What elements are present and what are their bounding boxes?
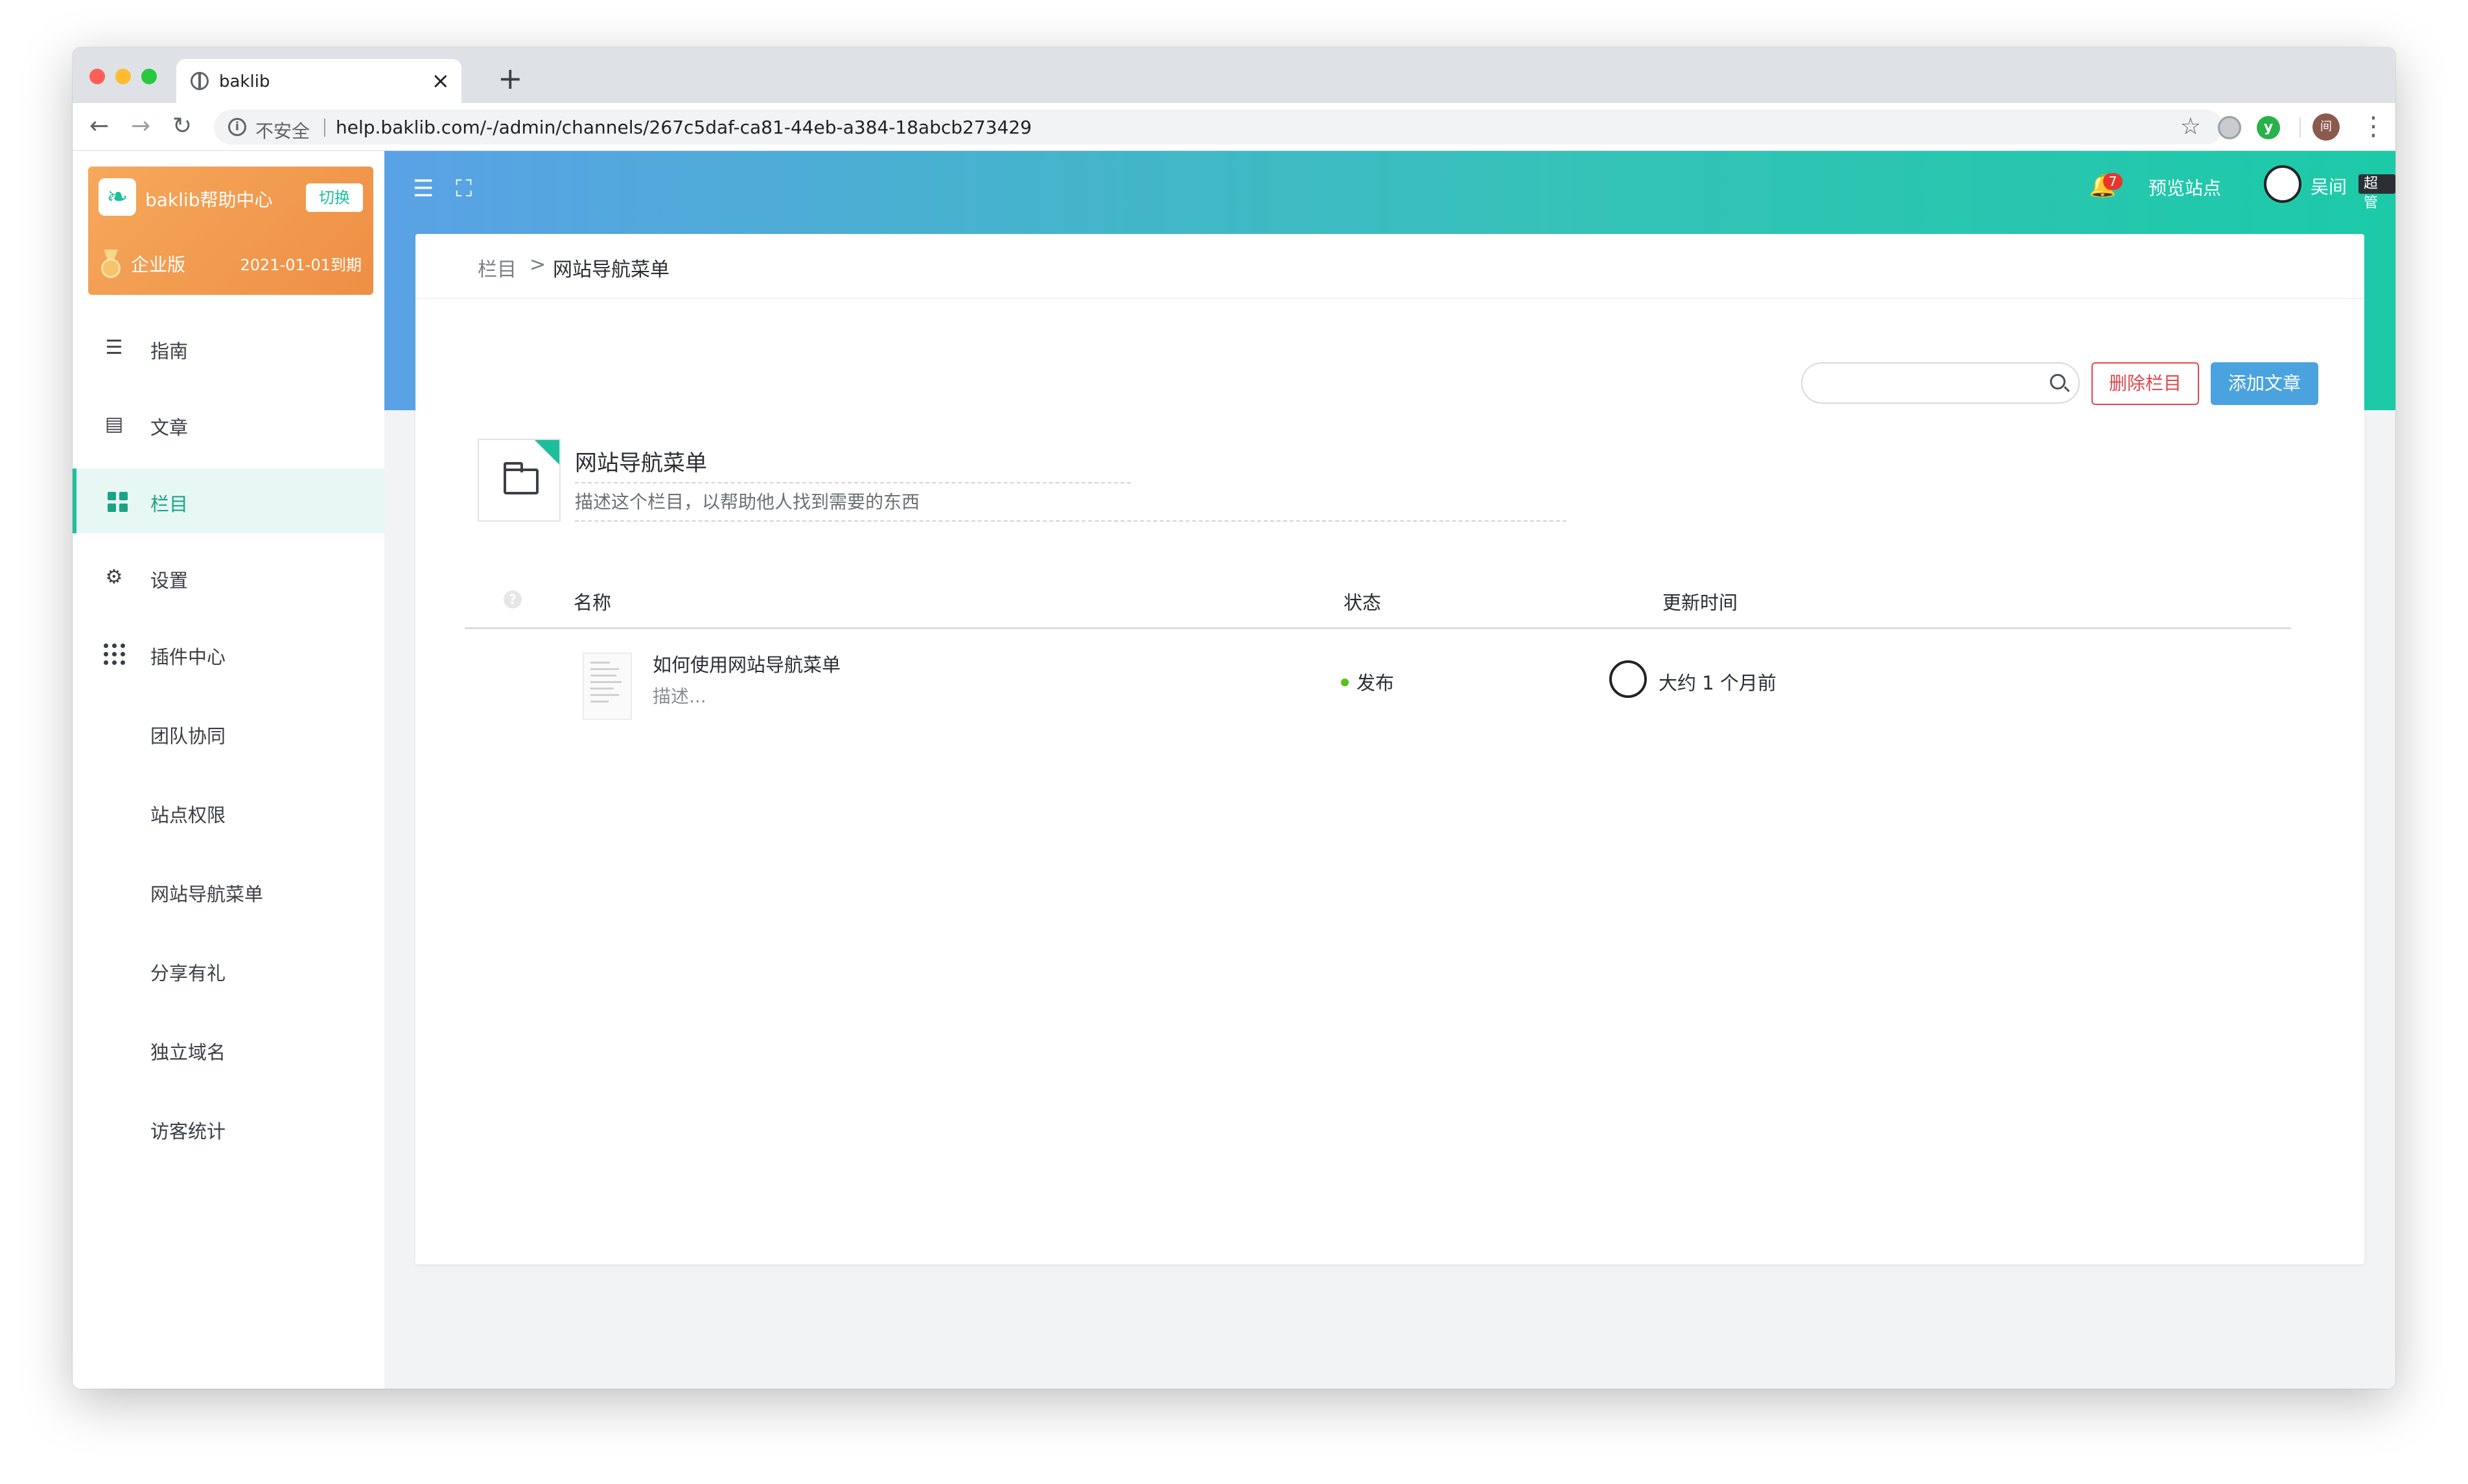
status-dot [1341, 678, 1349, 686]
list-toggle-icon[interactable]: ☰ [413, 176, 434, 202]
extension-icon[interactable] [2218, 116, 2241, 139]
back-arrow-icon[interactable]: ← [89, 112, 109, 141]
channel-title-field[interactable]: 网站导航菜单 [575, 445, 1131, 483]
search-icon[interactable] [2050, 374, 2066, 389]
search-input[interactable] [1801, 362, 2080, 404]
sidebar-item-plugins[interactable]: 插件中心 [73, 621, 384, 686]
breadcrumb: 栏目 > 网站导航菜单 [415, 234, 2364, 299]
sidebar-item-channels[interactable]: 栏目 [73, 469, 384, 533]
sidebar-item-settings[interactable]: ⚙ 设置 [73, 545, 384, 610]
url-text[interactable]: help.baklib.com/-/admin/channels/267c5da… [336, 117, 1032, 138]
breadcrumb-parent[interactable]: 栏目 [478, 253, 517, 282]
article-icon: ▤ [104, 413, 124, 435]
column-header-updated: 更新时间 [1662, 592, 1738, 614]
help-icon[interactable]: ? [504, 590, 522, 609]
sidebar-subitem-nav-menu[interactable]: 网站导航菜单 [150, 879, 263, 907]
close-window-button[interactable] [89, 69, 105, 84]
sidebar-item-label: 设置 [150, 570, 189, 592]
role-badge: 超管 [2358, 174, 2395, 211]
folder-icon [504, 462, 539, 494]
sidebar-subitem-analytics[interactable]: 访客统计 [150, 1117, 226, 1144]
sidebar-item-label: 文章 [150, 417, 189, 439]
document-thumbnail-icon [583, 653, 632, 720]
breadcrumb-current: 网站导航菜单 [553, 259, 669, 281]
channel-cover[interactable] [478, 439, 561, 522]
toolbar-separator [2299, 117, 2301, 138]
status-badge: 发布 [1356, 672, 1395, 694]
sidebar-subitem-domain[interactable]: 独立域名 [150, 1038, 226, 1065]
reload-icon[interactable]: ↻ [172, 112, 192, 141]
more-menu-icon[interactable]: ⋮ [2360, 110, 2386, 143]
article-title[interactable]: 如何使用网站导航菜单 [653, 650, 841, 677]
profile-avatar[interactable]: 间 [2312, 113, 2340, 141]
add-article-button[interactable]: 添加文章 [2211, 362, 2318, 405]
sidebar-subitem-permissions[interactable]: 站点权限 [150, 800, 226, 828]
sidebar-item-guide[interactable]: ☰ 指南 [73, 316, 384, 380]
breadcrumb-separator: > [530, 253, 546, 276]
maximize-window-button[interactable] [141, 69, 157, 84]
gear-icon: ⚙ [105, 566, 123, 588]
updated-time: 大约 1 个月前 [1659, 672, 1776, 694]
sidebar-item-label: 插件中心 [150, 646, 226, 668]
sidebar-item-label: 指南 [150, 340, 189, 362]
medal-icon [100, 249, 122, 278]
notification-badge[interactable]: 7 [2103, 173, 2123, 190]
avatar [1609, 660, 1647, 698]
channel-description-field[interactable]: 描述这个栏目，以帮助他人找到需要的东西 [575, 488, 1566, 522]
switch-site-button[interactable]: 切换 [306, 183, 363, 212]
tab-strip: baklib × + [73, 47, 2395, 103]
expire-date: 2021-01-01到期 [240, 256, 362, 274]
preview-site-link[interactable]: 预览站点 [2148, 174, 2221, 200]
sidebar-subitem-team[interactable]: 团队协同 [150, 721, 226, 748]
new-tab-button[interactable]: + [498, 64, 523, 93]
browser-window: baklib × + ← → ↻ i 不安全 help.baklib.com/-… [73, 47, 2395, 1389]
address-bar[interactable]: i 不安全 help.baklib.com/-/admin/channels/2… [214, 110, 2223, 145]
apps-icon [104, 643, 125, 665]
user-name[interactable]: 吴间 [2311, 173, 2347, 199]
delete-channel-button[interactable]: 删除栏目 [2091, 362, 2199, 405]
table-row[interactable]: 如何使用网站导航菜单 描述... 发布 大约 1 个月前 [465, 642, 2291, 739]
avatar[interactable] [2264, 165, 2301, 203]
globe-icon [191, 72, 209, 90]
tab-close-icon[interactable]: × [432, 68, 450, 94]
fullscreen-icon[interactable]: ⛶ [456, 176, 472, 203]
grid-icon [108, 492, 128, 512]
sidebar: ❧ baklib帮助中心 切换 企业版 2021-01-01到期 ☰ 指南 ▤ … [73, 151, 384, 1389]
column-header-status: 状态 [1344, 592, 1382, 614]
sidebar-item-label: 栏目 [150, 493, 189, 515]
address-separator [324, 119, 325, 137]
article-description: 描述... [653, 686, 706, 707]
app-area: ❧ baklib帮助中心 切换 企业版 2021-01-01到期 ☰ 指南 ▤ … [73, 151, 2395, 1389]
edition-label: 企业版 [131, 254, 186, 275]
browser-tab[interactable]: baklib × [176, 59, 461, 103]
edit-corner-icon[interactable] [535, 440, 559, 465]
content-card: 栏目 > 网站导航菜单 删除栏目 添加文章 网站导航菜单 描述这个栏目，以帮助他… [415, 234, 2364, 1264]
signpost-icon: ☰ [105, 336, 123, 359]
browser-toolbar: ← → ↻ i 不安全 help.baklib.com/-/admin/chan… [73, 103, 2395, 151]
minimize-window-button[interactable] [115, 69, 131, 84]
forward-arrow-icon[interactable]: → [131, 112, 150, 141]
bird-logo-icon: ❧ [99, 178, 136, 216]
brand-card: ❧ baklib帮助中心 切换 企业版 2021-01-01到期 [88, 167, 373, 295]
sidebar-subitem-referral[interactable]: 分享有礼 [150, 958, 226, 986]
table-header: ? 名称 状态 更新时间 [465, 577, 2291, 629]
tab-title: baklib [219, 72, 270, 91]
insecure-label[interactable]: 不安全 [255, 117, 310, 143]
info-icon[interactable]: i [228, 118, 246, 136]
bookmark-star-icon[interactable]: ☆ [2180, 113, 2201, 140]
sidebar-item-articles[interactable]: ▤ 文章 [73, 392, 384, 457]
extension-y-icon[interactable]: y [2257, 116, 2280, 139]
brand-name: baklib帮助中心 [145, 189, 273, 211]
column-header-name: 名称 [574, 592, 612, 614]
